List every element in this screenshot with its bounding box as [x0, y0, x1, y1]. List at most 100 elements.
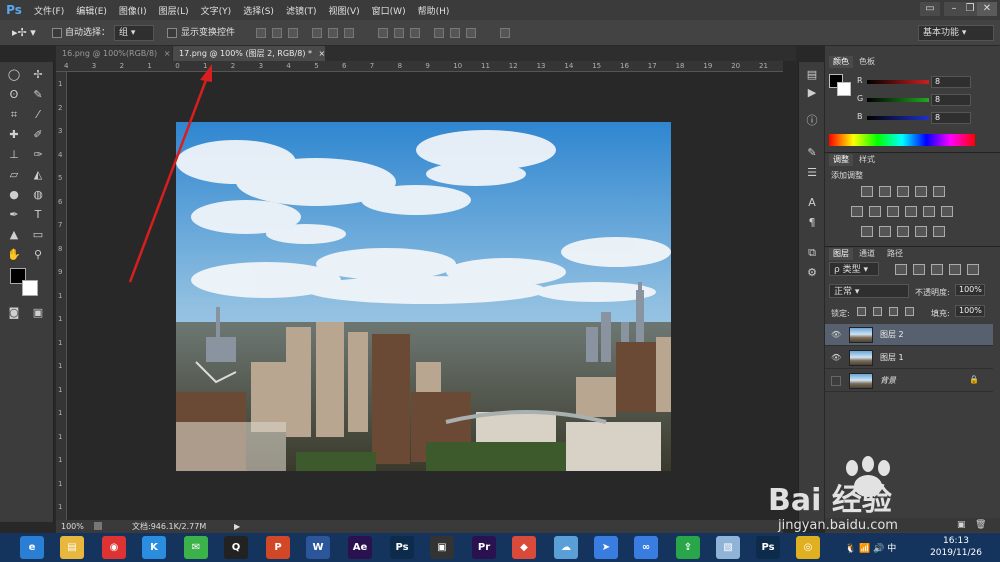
baidu-netdisk-icon[interactable]: ∞: [634, 536, 658, 559]
visibility-eye-icon[interactable]: 👁: [831, 353, 841, 363]
after-effects-icon[interactable]: Ae: [348, 536, 372, 559]
threshold-icon[interactable]: [897, 226, 909, 237]
tab-adjustments[interactable]: 调整: [829, 154, 853, 166]
opacity-label: 不透明度:: [915, 288, 950, 297]
word-icon[interactable]: W: [306, 536, 330, 559]
layer-name[interactable]: 图层 2: [880, 329, 904, 340]
feishu-icon[interactable]: ➤: [594, 536, 618, 559]
color-lookup-icon[interactable]: [941, 206, 953, 217]
layer-kind-value: ρ 类型: [834, 265, 861, 275]
hue-saturation-icon[interactable]: [851, 206, 863, 217]
network-icon[interactable]: 📶: [859, 544, 870, 554]
lock-transparent-icon[interactable]: [857, 307, 866, 316]
share-app-icon[interactable]: ⇪: [676, 536, 700, 559]
color-spectrum-ramp[interactable]: [829, 134, 975, 146]
photoshop-icon[interactable]: Ps: [390, 536, 414, 559]
character-panel-icon[interactable]: A: [804, 196, 820, 210]
layer-thumbnail: [849, 350, 873, 366]
channel-g-value[interactable]: 8: [931, 94, 971, 106]
wechat-icon[interactable]: ✉: [184, 536, 208, 559]
invert-icon[interactable]: [861, 226, 873, 237]
baidu-paw-logo: Bai 经验 jingyan.baidu.com: [768, 456, 898, 533]
filter-shape-icon[interactable]: [949, 264, 961, 275]
brightness-contrast-icon[interactable]: [861, 186, 873, 197]
premiere-icon[interactable]: Pr: [472, 536, 496, 559]
channel-g-slider[interactable]: [867, 98, 929, 102]
filter-smart-object-icon[interactable]: [967, 264, 979, 275]
layer-kind-filter[interactable]: ρ 类型 ▾: [829, 262, 879, 276]
document-size: 文档:946.1K/2.77M: [132, 522, 207, 531]
layer-row-layer2[interactable]: 👁 图层 2: [825, 324, 993, 346]
notes-app-icon[interactable]: ▧: [716, 536, 740, 559]
gradient-map-icon[interactable]: [915, 226, 927, 237]
levels-icon[interactable]: [879, 186, 891, 197]
clock-time: 16:13: [943, 536, 969, 546]
zoom-level[interactable]: 100%: [61, 520, 84, 533]
layer-name[interactable]: 背景: [880, 375, 896, 386]
filter-type-icon[interactable]: [931, 264, 943, 275]
ime-icon[interactable]: 中: [887, 544, 896, 554]
channel-r-value[interactable]: 8: [931, 76, 971, 88]
layer-name[interactable]: 图层 1: [880, 352, 904, 363]
channel-r-slider[interactable]: [867, 80, 929, 84]
color-bg-swatch[interactable]: [837, 82, 851, 96]
posterize-icon[interactable]: [879, 226, 891, 237]
status-menu-arrow-icon[interactable]: ▶: [234, 520, 240, 533]
tab-styles[interactable]: 样式: [855, 154, 879, 166]
add-adjustment-title: 添加调整: [831, 171, 863, 180]
opacity-value[interactable]: 100%: [955, 284, 985, 296]
filter-pixel-icon[interactable]: [895, 264, 907, 275]
fill-value[interactable]: 100%: [955, 305, 985, 317]
paragraph-panel-icon[interactable]: ¶: [804, 216, 820, 230]
kugou-icon[interactable]: K: [142, 536, 166, 559]
windows-taskbar: e ▤ ◉ K ✉ Q P W Ae Ps ▣ Pr ◆ ☁ ➤ ∞ ⇪ ▧ Ps ◎ 🐧 📶 🔊 中 16:13 2…: [0, 533, 1000, 562]
vibrance-icon[interactable]: [933, 186, 945, 197]
status-bar: 100% 文档:946.1K/2.77M ▶: [56, 520, 783, 533]
brush-presets-icon[interactable]: ☰: [804, 166, 820, 180]
netease-music-icon[interactable]: ◉: [102, 536, 126, 559]
tab-paths[interactable]: 路径: [883, 248, 907, 260]
taskbar-clock[interactable]: 16:13 2019/11/26: [926, 535, 986, 559]
channel-b-slider[interactable]: [867, 116, 929, 120]
file-explorer-icon[interactable]: ▤: [60, 536, 84, 559]
photoshop-running-icon[interactable]: Ps: [756, 536, 780, 559]
powerpoint-icon[interactable]: P: [266, 536, 290, 559]
delete-layer-icon[interactable]: 🗑: [975, 520, 986, 530]
lock-position-icon[interactable]: [889, 307, 898, 316]
tool-presets-icon[interactable]: ⚙: [804, 266, 820, 280]
clock-date: 2019/11/26: [930, 548, 982, 558]
cloud-app-icon[interactable]: ☁: [554, 536, 578, 559]
video-editor-icon[interactable]: ▣: [430, 536, 454, 559]
paint-app-icon[interactable]: ◆: [512, 536, 536, 559]
channel-b-value[interactable]: 8: [931, 112, 971, 124]
channel-mixer-icon[interactable]: [923, 206, 935, 217]
browser-icon[interactable]: e: [20, 536, 44, 559]
chrome-icon[interactable]: ◎: [796, 536, 820, 559]
blend-mode-select[interactable]: 正常 ▾: [829, 284, 909, 298]
color-balance-icon[interactable]: [869, 206, 881, 217]
history-panel-icon[interactable]: ▤: [804, 68, 820, 82]
info-panel-icon[interactable]: ⓘ: [804, 114, 820, 128]
curves-icon[interactable]: [897, 186, 909, 197]
filter-adjustment-icon[interactable]: [913, 264, 925, 275]
qq-tray-icon[interactable]: 🐧: [845, 544, 856, 554]
tab-channels[interactable]: 通道: [855, 248, 879, 260]
actions-panel-icon[interactable]: ▶: [804, 86, 820, 100]
visibility-eye-icon[interactable]: 👁: [831, 330, 841, 340]
brush-panel-icon[interactable]: ✎: [804, 146, 820, 160]
volume-icon[interactable]: 🔊: [873, 544, 884, 554]
tab-swatches[interactable]: 色板: [855, 56, 879, 68]
clone-source-icon[interactable]: ⧉: [804, 246, 820, 260]
lock-pixels-icon[interactable]: [873, 307, 882, 316]
layer-row-background[interactable]: 背景 🔒: [825, 370, 993, 392]
black-white-icon[interactable]: [887, 206, 899, 217]
visibility-empty-icon[interactable]: [831, 376, 841, 386]
selective-color-icon[interactable]: [933, 226, 945, 237]
qq-icon[interactable]: Q: [224, 536, 248, 559]
tab-layers[interactable]: 图层: [829, 248, 853, 260]
photo-filter-icon[interactable]: [905, 206, 917, 217]
tab-color[interactable]: 颜色: [829, 56, 853, 68]
exposure-icon[interactable]: [915, 186, 927, 197]
layer-row-layer1[interactable]: 👁 图层 1: [825, 347, 993, 369]
lock-all-icon[interactable]: [905, 307, 914, 316]
